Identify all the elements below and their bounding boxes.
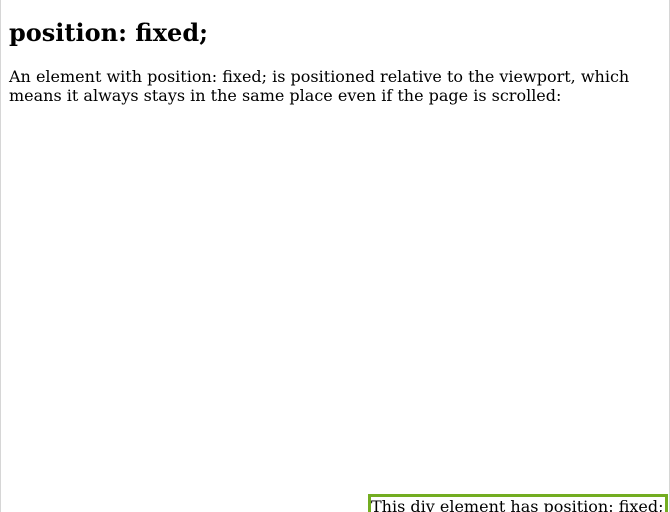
page-title: position: fixed; bbox=[9, 18, 208, 47]
fixed-position-div: This div element has position: fixed; bbox=[368, 494, 668, 512]
page-viewport: position: fixed; An element with positio… bbox=[0, 0, 670, 512]
page-content: position: fixed; An element with positio… bbox=[9, 0, 659, 105]
description-paragraph: An element with position: fixed; is posi… bbox=[9, 67, 630, 105]
